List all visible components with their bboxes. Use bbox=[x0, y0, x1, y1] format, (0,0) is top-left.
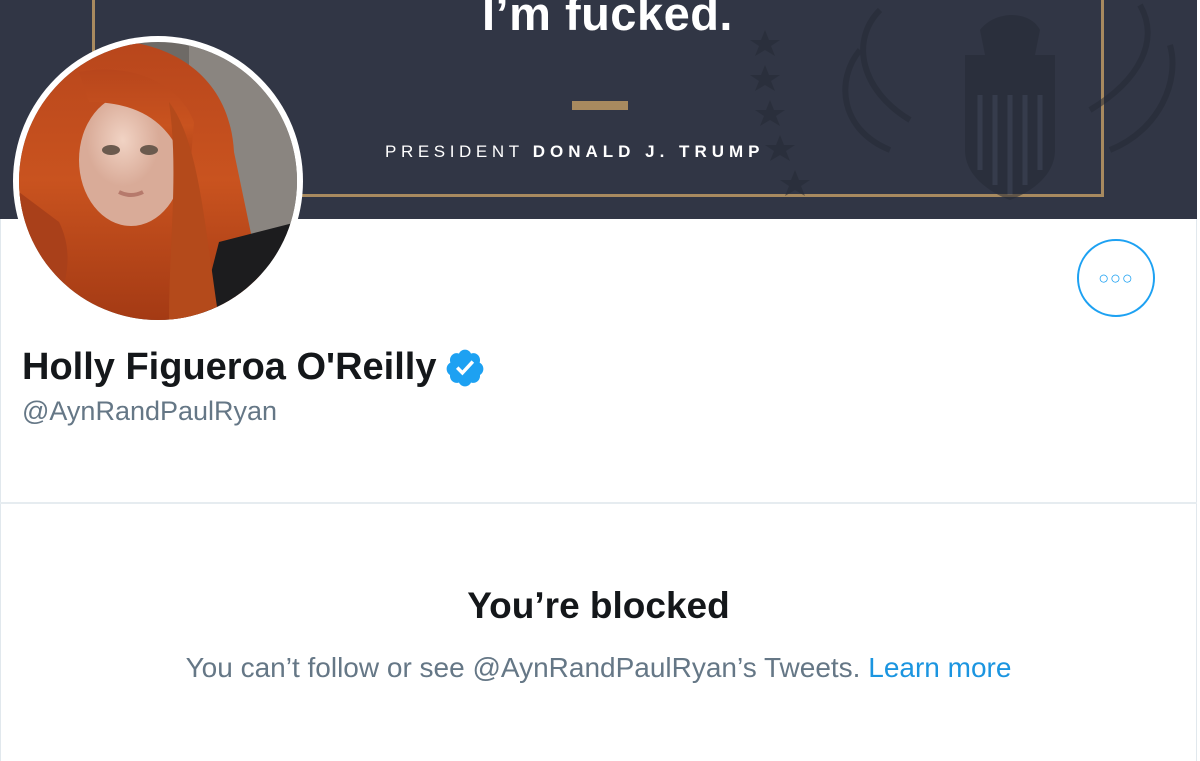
blocked-message-text: You can’t follow or see @AynRandPaulRyan… bbox=[185, 652, 861, 683]
more-options-icon: ○○○ bbox=[1098, 268, 1134, 288]
verified-badge-icon bbox=[447, 349, 484, 386]
banner-attribution-name: DONALD J. TRUMP bbox=[532, 142, 765, 161]
blocked-message: You can’t follow or see @AynRandPaulRyan… bbox=[0, 652, 1197, 684]
banner-gold-rule bbox=[572, 101, 628, 110]
display-name: Holly Figueroa O'Reilly bbox=[22, 346, 437, 388]
banner-attribution-title: PRESIDENT bbox=[385, 142, 524, 161]
profile-photo bbox=[19, 42, 297, 320]
learn-more-link[interactable]: Learn more bbox=[868, 652, 1011, 683]
banner-quote: I’m fucked. bbox=[481, 0, 733, 40]
banner-attribution: PRESIDENT DONALD J. TRUMP bbox=[385, 142, 765, 162]
avatar[interactable] bbox=[13, 36, 303, 326]
blocked-title: You’re blocked bbox=[467, 585, 730, 626]
more-options-button[interactable]: ○○○ bbox=[1077, 239, 1155, 317]
profile-name-row: Holly Figueroa O'Reilly bbox=[22, 346, 486, 389]
section-divider bbox=[0, 502, 1197, 504]
profile-handle: @AynRandPaulRyan bbox=[22, 396, 278, 426]
